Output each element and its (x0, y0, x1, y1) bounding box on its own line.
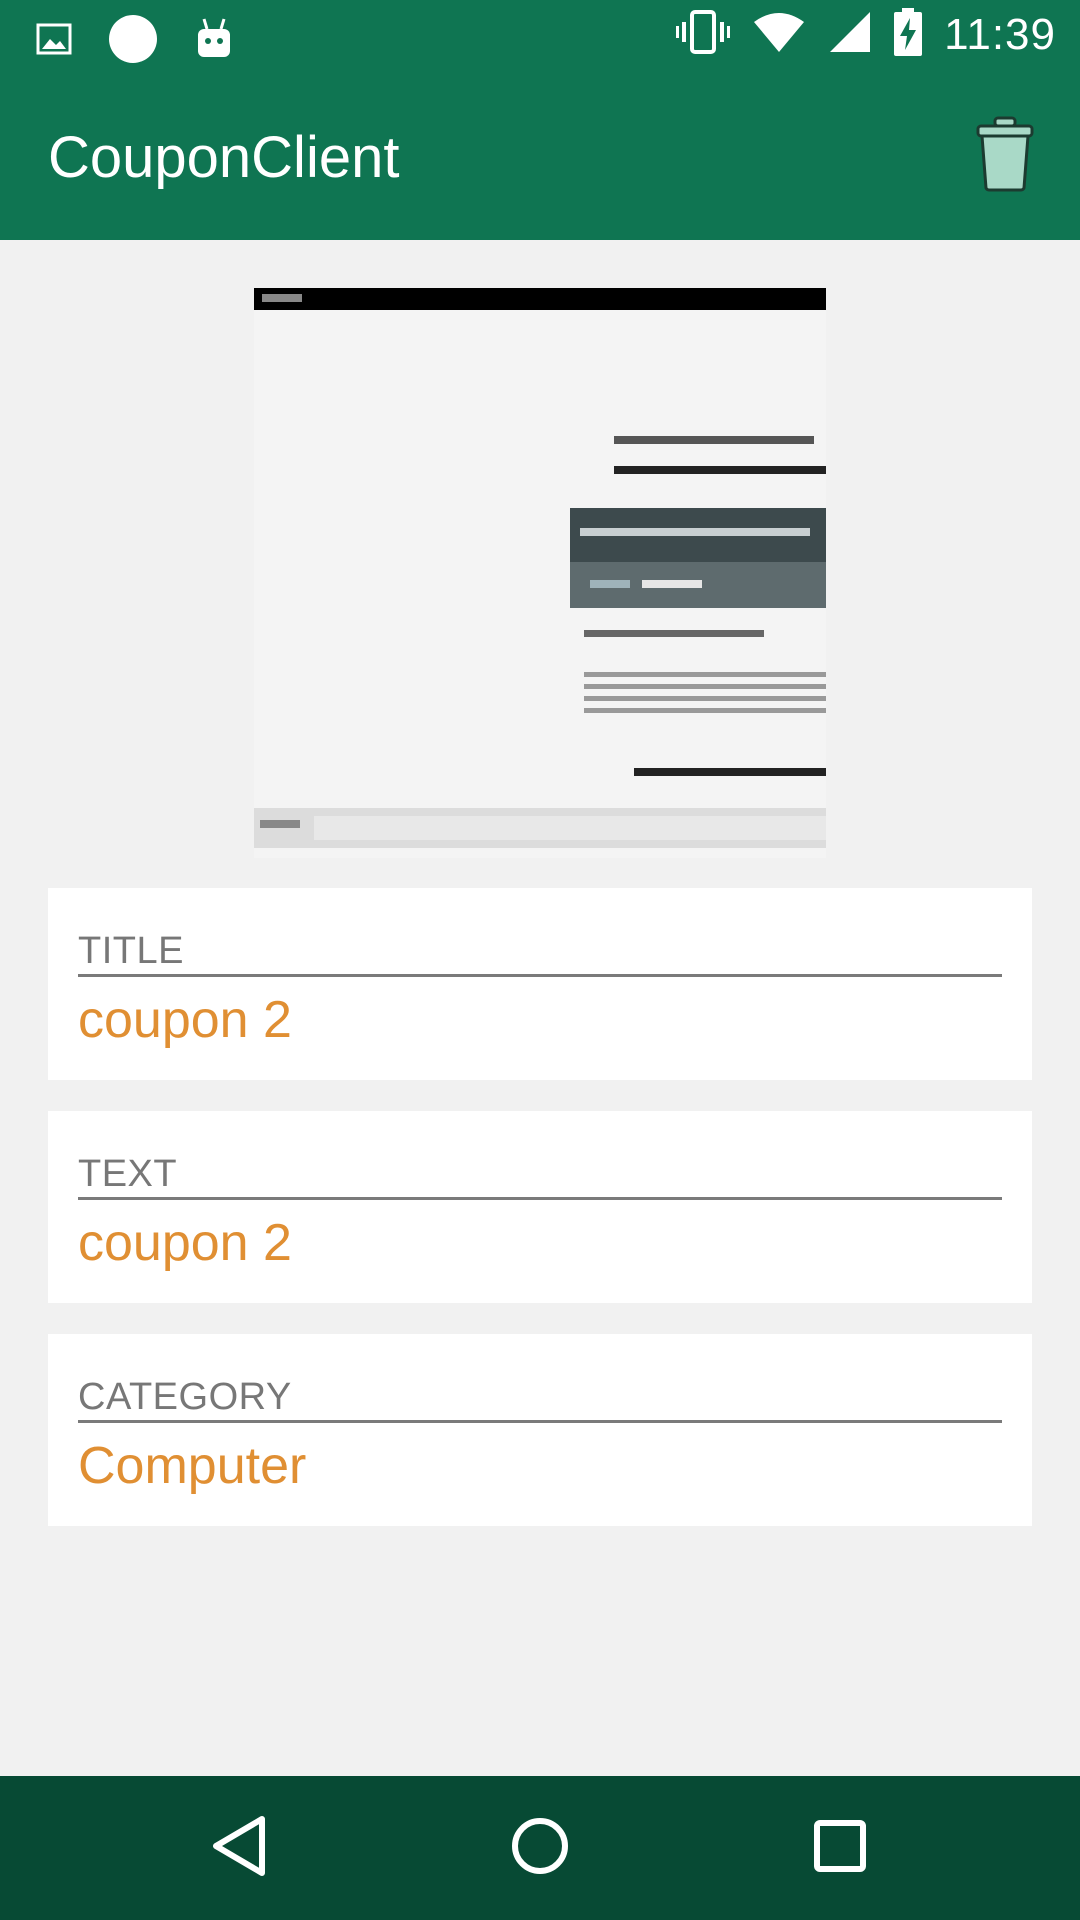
back-icon (210, 1815, 270, 1882)
divider (78, 1197, 1002, 1200)
android-icon (194, 17, 234, 66)
text-field-card: TEXT coupon 2 (48, 1111, 1032, 1303)
text-value[interactable]: coupon 2 (78, 1213, 292, 1273)
text-label: TEXT (78, 1153, 178, 1195)
delete-button[interactable] (966, 112, 1044, 200)
divider (78, 974, 1002, 977)
battery-charging-icon (894, 8, 923, 61)
circle-icon (108, 14, 158, 69)
back-button[interactable] (200, 1808, 280, 1888)
title-label: TITLE (78, 930, 184, 972)
wifi-icon (752, 10, 806, 59)
navigation-bar (0, 1776, 1080, 1920)
clock: 11:39 (944, 9, 1056, 59)
signal-icon (828, 10, 872, 59)
app-bar: CouponClient (0, 72, 1080, 240)
trash-icon (975, 116, 1035, 197)
divider (78, 1420, 1002, 1423)
recents-button[interactable] (800, 1808, 880, 1888)
vibrate-icon (676, 8, 731, 61)
app-title: CouponClient (48, 125, 400, 190)
recents-icon (813, 1819, 867, 1878)
home-button[interactable] (500, 1808, 580, 1888)
category-field-card: CATEGORY Computer (48, 1334, 1032, 1526)
coupon-image (254, 288, 826, 858)
home-icon (510, 1816, 570, 1881)
category-value[interactable]: Computer (78, 1436, 306, 1496)
status-bar: 11:39 (0, 0, 1080, 72)
title-value[interactable]: coupon 2 (78, 990, 292, 1050)
category-label: CATEGORY (78, 1376, 292, 1418)
title-field-card: TITLE coupon 2 (48, 888, 1032, 1080)
image-icon (36, 21, 72, 62)
